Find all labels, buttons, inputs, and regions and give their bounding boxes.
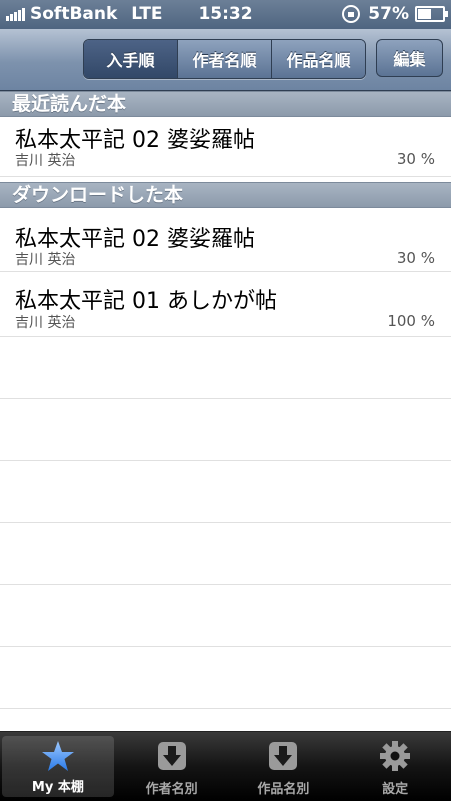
book-row[interactable]: 私本太平記 02 婆娑羅帖 吉川 英治 30 % bbox=[0, 208, 451, 272]
sort-by-title-button[interactable]: 作品名順 bbox=[272, 40, 365, 78]
edit-button[interactable]: 編集 bbox=[376, 39, 443, 77]
book-row[interactable]: 私本太平記 02 婆娑羅帖 吉川 英治 30 % bbox=[0, 117, 451, 177]
tab-by-author[interactable]: 作者名別 bbox=[116, 732, 228, 801]
tab-label: 作者名別 bbox=[145, 782, 198, 797]
tab-my-bookshelf[interactable]: My 本棚 bbox=[2, 736, 114, 797]
tab-by-title[interactable]: 作品名別 bbox=[228, 732, 340, 801]
empty-row bbox=[0, 523, 451, 585]
rotation-lock-icon bbox=[342, 5, 361, 23]
status-right: 57% bbox=[342, 4, 448, 24]
book-progress: 30 % bbox=[396, 249, 435, 267]
book-author: 吉川 英治 bbox=[15, 252, 76, 268]
book-author: 吉川 英治 bbox=[15, 153, 76, 169]
section-header-downloaded: ダウンロードした本 bbox=[0, 182, 451, 208]
tab-bar: My 本棚 作者名別 作品名別 設定 bbox=[0, 731, 451, 801]
section-header-recent: 最近読んだ本 bbox=[0, 91, 451, 117]
tab-settings[interactable]: 設定 bbox=[339, 732, 451, 801]
tab-label: My 本棚 bbox=[31, 780, 84, 795]
download-icon bbox=[154, 740, 190, 772]
sort-by-acquired-button[interactable]: 入手順 bbox=[84, 40, 178, 78]
empty-row bbox=[0, 399, 451, 461]
empty-row bbox=[0, 585, 451, 647]
book-title: 私本太平記 01 あしかが帖 bbox=[15, 289, 277, 314]
download-icon bbox=[265, 740, 301, 772]
status-bar: SoftBank LTE 15:32 57% bbox=[0, 0, 451, 29]
sort-segmented-control: 入手順 作者名順 作品名順 bbox=[83, 39, 366, 79]
book-author: 吉川 英治 bbox=[15, 315, 76, 331]
navigation-bar: 入手順 作者名順 作品名順 編集 bbox=[0, 29, 451, 91]
book-progress: 30 % bbox=[396, 150, 435, 168]
sort-by-author-button[interactable]: 作者名順 bbox=[178, 40, 272, 78]
gear-icon bbox=[377, 740, 413, 772]
star-icon bbox=[40, 740, 76, 772]
empty-row bbox=[0, 461, 451, 523]
tab-label: 設定 bbox=[382, 782, 409, 797]
battery-icon bbox=[415, 6, 448, 22]
empty-row bbox=[0, 337, 451, 399]
empty-row bbox=[0, 647, 451, 709]
book-progress: 100 % bbox=[387, 312, 435, 330]
book-row[interactable]: 私本太平記 01 あしかが帖 吉川 英治 100 % bbox=[0, 272, 451, 337]
tab-label: 作品名別 bbox=[257, 782, 310, 797]
battery-percent: 57% bbox=[368, 4, 409, 24]
